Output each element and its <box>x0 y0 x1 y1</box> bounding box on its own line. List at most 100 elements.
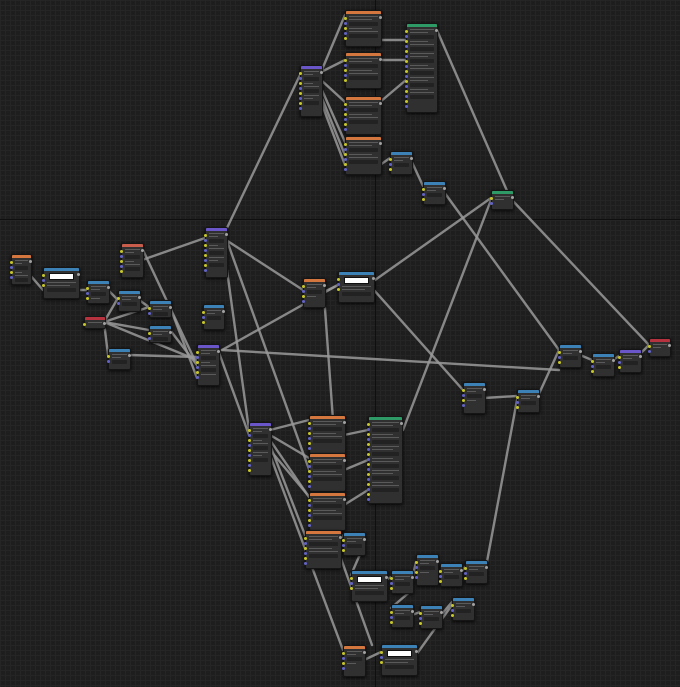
input-socket[interactable] <box>367 463 370 466</box>
input-socket[interactable] <box>302 290 305 293</box>
converter-node[interactable] <box>465 560 488 584</box>
input-socket[interactable] <box>308 499 311 502</box>
input-socket[interactable] <box>405 95 408 98</box>
input-socket[interactable] <box>405 100 408 103</box>
output-socket[interactable] <box>323 284 326 287</box>
texture-node[interactable] <box>305 530 342 569</box>
input-socket[interactable] <box>107 360 110 363</box>
node-header[interactable] <box>206 228 227 231</box>
converter-node[interactable] <box>390 151 413 175</box>
input-socket[interactable] <box>302 300 305 303</box>
node-field[interactable] <box>313 439 342 443</box>
input-socket[interactable] <box>308 465 311 468</box>
node-header[interactable] <box>150 301 171 304</box>
input-socket[interactable] <box>120 265 123 268</box>
input-socket[interactable] <box>390 582 393 585</box>
input-socket[interactable] <box>308 460 311 463</box>
node-link[interactable] <box>362 650 383 662</box>
converter-node[interactable] <box>149 300 172 318</box>
node-header[interactable] <box>44 268 79 271</box>
input-socket[interactable] <box>304 552 307 555</box>
node-header[interactable] <box>250 423 271 426</box>
converter-node[interactable] <box>381 644 418 676</box>
output-socket[interactable] <box>537 395 540 398</box>
input-socket[interactable] <box>422 188 425 191</box>
output-socket[interactable] <box>225 233 228 236</box>
output-socket[interactable] <box>222 310 225 313</box>
texture-node[interactable] <box>309 415 346 454</box>
input-socket[interactable] <box>299 102 302 105</box>
node-field[interactable] <box>349 34 378 38</box>
input-socket[interactable] <box>308 509 311 512</box>
node-field[interactable] <box>355 591 384 595</box>
input-socket[interactable] <box>117 297 120 300</box>
node-link[interactable] <box>168 305 199 380</box>
input-socket[interactable] <box>299 77 302 80</box>
input-socket[interactable] <box>248 464 251 467</box>
output-socket[interactable] <box>410 157 413 160</box>
node-header[interactable] <box>492 191 513 194</box>
color-ramp-preview[interactable] <box>357 576 382 583</box>
input-socket[interactable] <box>451 609 454 612</box>
input-socket[interactable] <box>204 234 207 237</box>
converter-node[interactable] <box>423 181 446 205</box>
input-socket[interactable] <box>405 55 408 58</box>
node-link[interactable] <box>342 458 370 472</box>
input-socket[interactable] <box>415 576 418 579</box>
node-field[interactable] <box>349 160 378 164</box>
node-field[interactable] <box>372 476 399 480</box>
input-socket[interactable] <box>350 577 353 580</box>
input-socket[interactable] <box>405 60 408 63</box>
node-link[interactable] <box>373 196 493 282</box>
input-socket[interactable] <box>344 163 347 166</box>
texture-node[interactable] <box>345 10 382 47</box>
input-socket[interactable] <box>248 429 251 432</box>
input-socket[interactable] <box>308 432 311 435</box>
output-socket[interactable] <box>511 196 514 199</box>
output-socket[interactable] <box>443 187 446 190</box>
input-socket[interactable] <box>405 85 408 88</box>
input-socket[interactable] <box>299 87 302 90</box>
input-socket[interactable] <box>380 661 383 664</box>
input-socket[interactable] <box>344 128 347 131</box>
input-socket[interactable] <box>618 361 621 364</box>
input-socket[interactable] <box>405 70 408 73</box>
node-link[interactable] <box>268 418 311 432</box>
node-field[interactable] <box>394 163 409 167</box>
node-link[interactable] <box>224 73 302 232</box>
input-socket[interactable] <box>344 37 347 40</box>
input-socket[interactable] <box>558 356 561 359</box>
input-socket[interactable] <box>308 480 311 483</box>
node-header[interactable] <box>346 53 381 56</box>
input-socket[interactable] <box>367 423 370 426</box>
node-field[interactable] <box>207 316 221 320</box>
node-field[interactable] <box>313 477 342 481</box>
input-socket[interactable] <box>367 498 370 501</box>
node-field[interactable] <box>347 657 362 661</box>
node-header[interactable] <box>424 182 445 185</box>
input-socket[interactable] <box>367 453 370 456</box>
input-socket[interactable] <box>490 197 493 200</box>
input-socket[interactable] <box>337 278 340 281</box>
node-field[interactable] <box>372 488 399 492</box>
input-socket[interactable] <box>405 80 408 83</box>
input-socket[interactable] <box>344 27 347 30</box>
node-field[interactable] <box>347 544 362 548</box>
converter-node[interactable] <box>391 604 414 628</box>
input-socket[interactable] <box>367 448 370 451</box>
input-socket[interactable] <box>120 250 123 253</box>
input-socket[interactable] <box>344 118 347 121</box>
input-socket[interactable] <box>367 488 370 491</box>
node-field[interactable] <box>420 566 435 570</box>
input-socket[interactable] <box>248 449 251 452</box>
output-socket[interactable] <box>363 538 366 541</box>
input-socket[interactable] <box>204 244 207 247</box>
node-field[interactable] <box>349 22 378 26</box>
node-field[interactable] <box>209 239 224 243</box>
input-socket[interactable] <box>86 297 89 300</box>
node-header[interactable] <box>407 24 437 27</box>
input-socket[interactable] <box>10 266 13 269</box>
input-socket[interactable] <box>451 604 454 607</box>
input-socket[interactable] <box>390 587 393 590</box>
input-socket[interactable] <box>308 447 311 450</box>
